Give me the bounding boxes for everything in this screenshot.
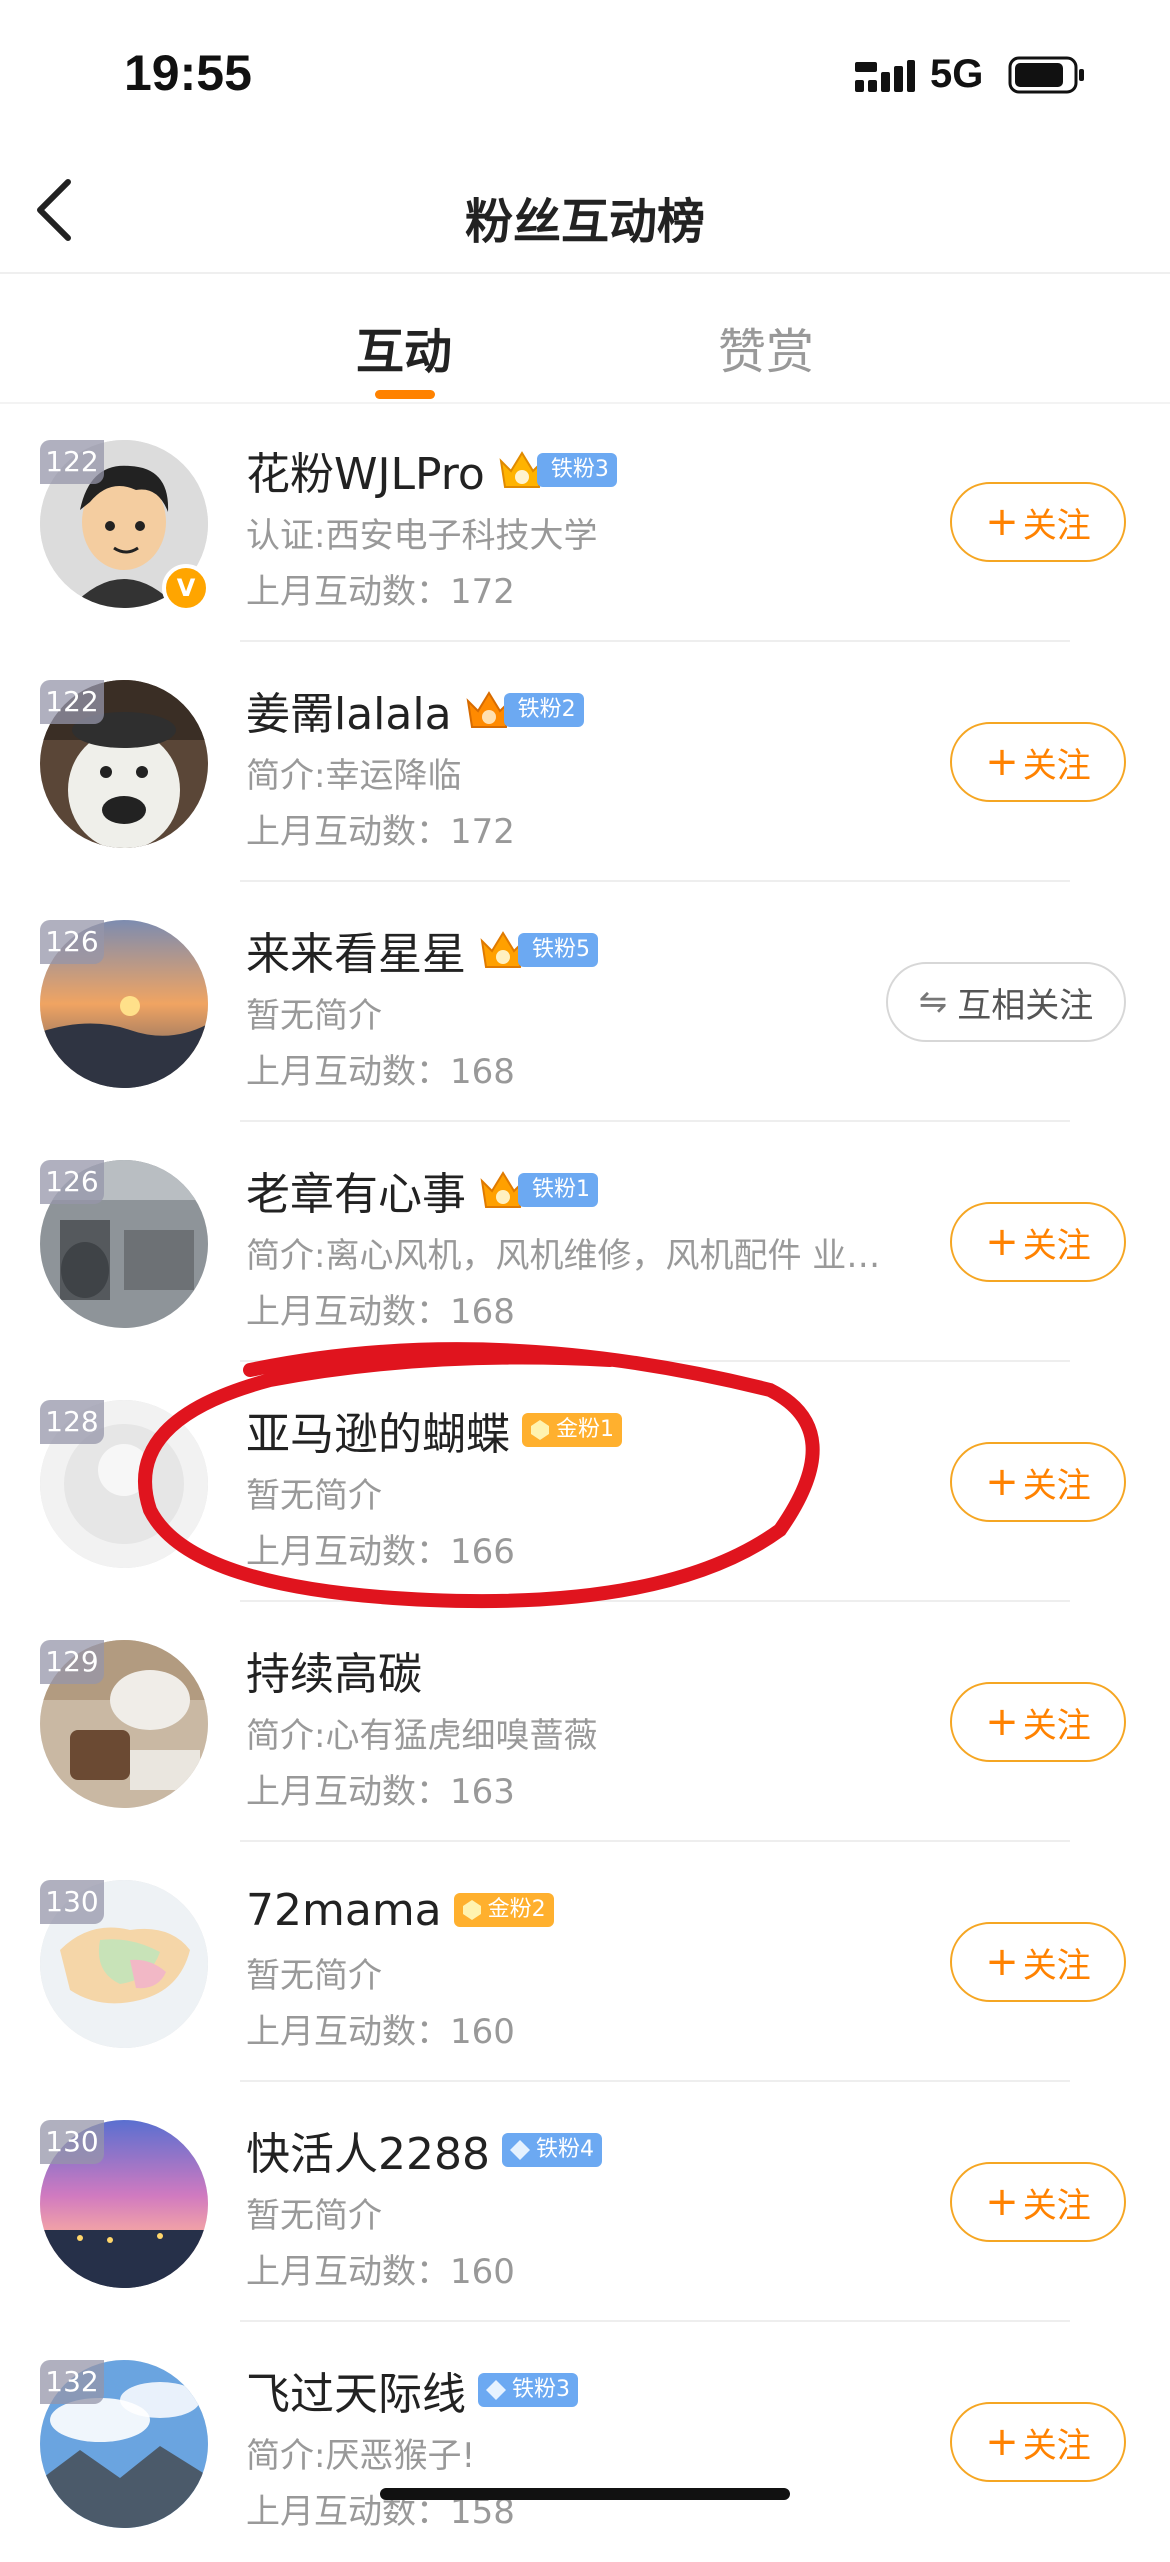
gold-gem-icon — [531, 1420, 549, 1440]
user-desc: 暂无简介 — [246, 1476, 382, 1516]
follow-button[interactable]: + 关注 — [950, 722, 1126, 802]
home-indicator — [380, 2488, 790, 2500]
badge-label: 铁粉5 — [518, 933, 598, 967]
list-item[interactable]: 132 飞过天际线 铁粉3 简介:厌恶猴子! 上月互动数：158 + 关注 — [0, 2322, 1170, 2562]
list-item[interactable]: 130 快活人2288 铁粉4 暂无简介 上月互动数：160 + 关注 — [0, 2082, 1170, 2322]
rank-badge: 122 — [40, 680, 104, 724]
user-name[interactable]: 来来看星星 — [246, 918, 466, 982]
list-item[interactable]: 129 持续高碳 简介:心有猛虎细嗅蔷薇 上月互动数：163 + 关注 — [0, 1602, 1170, 1842]
follow-button[interactable]: + 关注 — [950, 2402, 1126, 2482]
plus-icon: + — [985, 2419, 1019, 2465]
list-item[interactable]: 126 来来看星星 铁粉5 暂无简介 上月互动数：168 ⇋ 互相关注 — [0, 882, 1170, 1122]
user-desc: 简介:厌恶猴子! — [246, 2436, 476, 2476]
user-desc: 暂无简介 — [246, 1956, 382, 1996]
list-item[interactable]: 122 姜罱lalala 铁粉2 简介:幸运降临 上月互动数：172 + 关注 — [0, 642, 1170, 882]
fan-list: 122 V 花粉WJLPro 铁粉3 认证:西安电子科技大学 上月互动数：172… — [0, 402, 1170, 2562]
rank-badge: 130 — [40, 1880, 104, 1924]
plus-icon: + — [985, 1939, 1019, 1985]
interaction-count: 上月互动数：168 — [246, 1292, 515, 1332]
list-item[interactable]: 126 老章有心事 铁粉1 简介:离心风机，风机维修，风机配件 业… 上月互动数… — [0, 1122, 1170, 1362]
follow-button[interactable]: + 关注 — [950, 482, 1126, 562]
badge-label: 铁粉1 — [518, 1173, 598, 1207]
user-desc: 简介:幸运降临 — [246, 756, 462, 796]
fan-badge: 铁粉2 — [464, 687, 584, 733]
interaction-count: 上月互动数：168 — [246, 1052, 515, 1092]
tab-interaction[interactable]: 互动 — [356, 312, 452, 382]
diamond-icon — [486, 2380, 506, 2400]
status-time: 19:55 — [124, 45, 252, 101]
fan-badge: 金粉2 — [453, 1893, 554, 1927]
interaction-count: 上月互动数：172 — [246, 572, 515, 612]
follow-button[interactable]: + 关注 — [950, 1442, 1126, 1522]
badge-label: 铁粉2 — [503, 693, 584, 727]
plus-icon: + — [985, 2179, 1019, 2225]
rank-badge: 129 — [40, 1640, 104, 1684]
tab-indicator — [375, 390, 435, 399]
interaction-count: 上月互动数：163 — [246, 1772, 515, 1812]
user-name[interactable]: 花粉WJLPro — [246, 438, 485, 502]
interaction-count: 上月互动数：172 — [246, 812, 515, 852]
rank-badge: 126 — [40, 1160, 104, 1204]
list-item[interactable]: 130 72mama 金粉2 暂无简介 上月互动数：160 + 关注 — [0, 1842, 1170, 2082]
nav-bar: 粉丝互动榜 — [0, 150, 1170, 274]
badge-label: 铁粉4 — [501, 2133, 602, 2167]
page-title: 粉丝互动榜 — [464, 194, 705, 250]
plus-icon: + — [985, 739, 1019, 785]
list-item[interactable]: 122 V 花粉WJLPro 铁粉3 认证:西安电子科技大学 上月互动数：172… — [0, 402, 1170, 642]
battery-icon — [1008, 56, 1084, 94]
verified-icon: V — [162, 564, 210, 612]
follow-button[interactable]: + 关注 — [950, 1922, 1126, 2002]
mutual-follow-button[interactable]: ⇋ 互相关注 — [886, 962, 1126, 1042]
plus-icon: + — [985, 499, 1019, 545]
user-desc: 简介:心有猛虎细嗅蔷薇 — [246, 1716, 598, 1756]
plus-icon: + — [985, 1699, 1019, 1745]
fan-badge: 金粉1 — [522, 1413, 622, 1447]
user-name[interactable]: 飞过天际线 — [246, 2358, 466, 2422]
rank-badge: 126 — [40, 920, 104, 964]
interaction-count: 上月互动数：166 — [246, 1532, 515, 1572]
fan-badge: 铁粉3 — [497, 447, 617, 493]
user-desc: 认证:西安电子科技大学 — [246, 516, 598, 556]
interaction-count: 上月互动数：160 — [246, 2252, 515, 2292]
diamond-icon — [509, 2140, 530, 2160]
user-name[interactable]: 老章有心事 — [246, 1158, 466, 1222]
user-name[interactable]: 持续高碳 — [246, 1638, 422, 1702]
badge-label: 铁粉3 — [536, 453, 617, 487]
user-name[interactable]: 亚马逊的蝴蝶 — [246, 1398, 510, 1462]
fan-badge: 铁粉1 — [478, 1167, 598, 1213]
status-bar: 19:55 5G — [0, 0, 1170, 150]
plus-icon: + — [985, 1219, 1019, 1265]
fan-badge: 铁粉4 — [501, 2133, 602, 2167]
tab-reward[interactable]: 赞赏 — [718, 312, 814, 382]
network-label: 5G — [930, 52, 984, 96]
follow-button[interactable]: + 关注 — [950, 2162, 1126, 2242]
fan-badge: 铁粉3 — [478, 2373, 578, 2407]
user-name[interactable]: 快活人2288 — [246, 2118, 490, 2182]
plus-icon: + — [985, 1459, 1019, 1505]
signal-icon — [855, 60, 915, 92]
user-name[interactable]: 姜罱lalala — [246, 678, 452, 742]
user-desc: 暂无简介 — [246, 996, 382, 1036]
follow-button[interactable]: + 关注 — [950, 1682, 1126, 1762]
badge-label: 金粉1 — [522, 1413, 622, 1447]
interaction-count: 上月互动数：160 — [246, 2012, 515, 2052]
user-desc: 简介:离心风机，风机维修，风机配件 业… — [246, 1236, 881, 1276]
badge-label: 金粉2 — [453, 1893, 554, 1927]
tab-bar: 互动 赞赏 — [0, 272, 1170, 404]
gold-gem-icon — [462, 1900, 481, 1920]
user-name[interactable]: 72mama — [246, 1885, 442, 1936]
follow-button[interactable]: + 关注 — [950, 1202, 1126, 1282]
swap-arrows-icon: ⇋ — [918, 982, 948, 1022]
rank-badge: 128 — [40, 1400, 104, 1444]
rank-badge: 132 — [40, 2360, 104, 2404]
user-desc: 暂无简介 — [246, 2196, 382, 2236]
rank-badge: 122 — [40, 440, 104, 484]
badge-label: 铁粉3 — [478, 2373, 578, 2407]
rank-badge: 130 — [40, 2120, 104, 2164]
list-item[interactable]: 128 亚马逊的蝴蝶 金粉1 暂无简介 上月互动数：166 + 关注 — [0, 1362, 1170, 1602]
fan-badge: 铁粉5 — [478, 927, 598, 973]
